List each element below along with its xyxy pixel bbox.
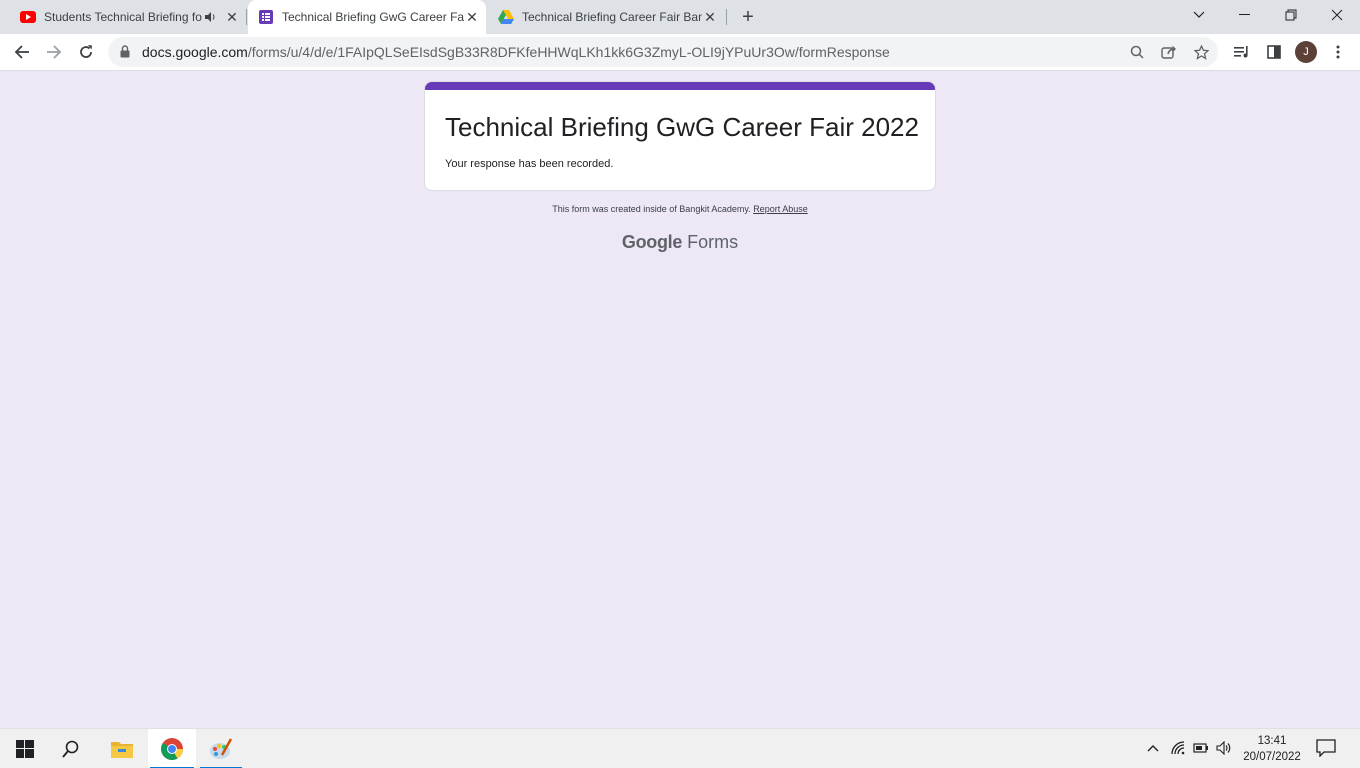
tab-divider	[246, 9, 247, 25]
clock-date: 20/07/2022	[1243, 751, 1301, 763]
notification-center-icon[interactable]	[1316, 739, 1338, 759]
system-clock[interactable]: 13:41 20/07/2022	[1232, 733, 1312, 765]
restore-button[interactable]	[1268, 0, 1314, 30]
google-forms-logo[interactable]: Google Forms	[0, 232, 1360, 253]
paint-taskbar-button[interactable]	[198, 729, 244, 768]
share-icon[interactable]	[1160, 43, 1178, 61]
url-path: /forms/u/4/d/e/1FAIpQLSeEIsdSgB33R8DFKfe…	[247, 44, 890, 60]
media-control-icon[interactable]	[1232, 42, 1252, 62]
forms-wordmark: Forms	[687, 232, 739, 252]
arrow-left-icon	[14, 45, 29, 59]
tab-youtube[interactable]: Students Technical Briefing for ✕	[10, 0, 246, 34]
tab-strip: Students Technical Briefing for ✕ Techni…	[0, 0, 1360, 34]
start-button[interactable]	[2, 729, 48, 768]
tab-search-icon[interactable]	[1176, 0, 1222, 30]
form-footer: This form was created inside of Bangkit …	[0, 204, 1360, 214]
side-panel-icon[interactable]	[1264, 42, 1284, 62]
form-response-card: Technical Briefing GwG Career Fair 2022 …	[424, 81, 936, 191]
footer-text: This form was created inside of Bangkit …	[552, 204, 751, 214]
close-tab-icon[interactable]: ✕	[702, 9, 718, 25]
tab-drive[interactable]: Technical Briefing Career Fair Bangkit ✕	[488, 0, 724, 34]
close-tab-icon[interactable]: ✕	[224, 9, 240, 25]
address-bar[interactable]: docs.google.com/forms/u/4/d/e/1FAIpQLSeE…	[108, 37, 1218, 67]
form-title: Technical Briefing GwG Career Fair 2022	[445, 112, 919, 142]
tab-forms[interactable]: Technical Briefing GwG Career Fair ✕	[248, 0, 486, 34]
tab-title: Students Technical Briefing for	[44, 10, 202, 24]
minimize-button[interactable]	[1222, 0, 1268, 30]
report-abuse-link[interactable]: Report Abuse	[753, 204, 808, 214]
arrow-right-icon	[47, 45, 62, 59]
new-tab-button[interactable]: +	[736, 6, 760, 28]
chevron-up-icon[interactable]	[1144, 739, 1162, 757]
bookmark-star-icon[interactable]	[1192, 43, 1210, 61]
clock-time: 13:41	[1257, 735, 1287, 747]
close-window-button[interactable]	[1314, 0, 1360, 30]
tab-divider	[726, 9, 727, 25]
zoom-icon[interactable]	[1128, 43, 1146, 61]
reload-button[interactable]	[72, 38, 100, 66]
tab-title: Technical Briefing Career Fair Bangkit	[522, 10, 702, 24]
form-accent-bar	[425, 82, 935, 90]
paint-icon	[210, 738, 233, 759]
reload-icon	[80, 45, 92, 58]
close-tab-icon[interactable]: ✕	[464, 9, 480, 25]
wifi-icon[interactable]	[1170, 739, 1188, 757]
youtube-icon	[20, 11, 36, 23]
file-explorer-icon	[111, 742, 133, 758]
windows-taskbar: 13:41 20/07/2022	[0, 728, 1360, 768]
search-icon	[62, 740, 79, 758]
confirmation-message: Your response has been recorded.	[445, 158, 614, 170]
profile-avatar[interactable]: J	[1295, 41, 1317, 63]
speaker-icon[interactable]	[202, 9, 218, 25]
google-forms-icon	[259, 10, 273, 24]
search-button[interactable]	[48, 729, 94, 768]
url-text[interactable]: docs.google.com/forms/u/4/d/e/1FAIpQLSeE…	[142, 44, 890, 60]
browser-toolbar: docs.google.com/forms/u/4/d/e/1FAIpQLSeE…	[0, 34, 1360, 71]
kebab-menu-icon[interactable]	[1328, 42, 1348, 62]
start-icon	[16, 740, 34, 758]
forward-button[interactable]	[40, 38, 68, 66]
volume-icon[interactable]	[1215, 739, 1233, 757]
battery-icon[interactable]	[1192, 739, 1210, 757]
back-button[interactable]	[8, 38, 36, 66]
chrome-icon	[161, 738, 183, 760]
lock-icon[interactable]	[120, 45, 130, 58]
chrome-taskbar-button[interactable]	[148, 729, 196, 768]
file-explorer-button[interactable]	[99, 729, 145, 768]
url-host: docs.google.com	[142, 44, 248, 60]
tab-title: Technical Briefing GwG Career Fair	[282, 10, 464, 24]
google-drive-icon	[498, 10, 514, 24]
google-wordmark: Google	[621, 232, 683, 252]
